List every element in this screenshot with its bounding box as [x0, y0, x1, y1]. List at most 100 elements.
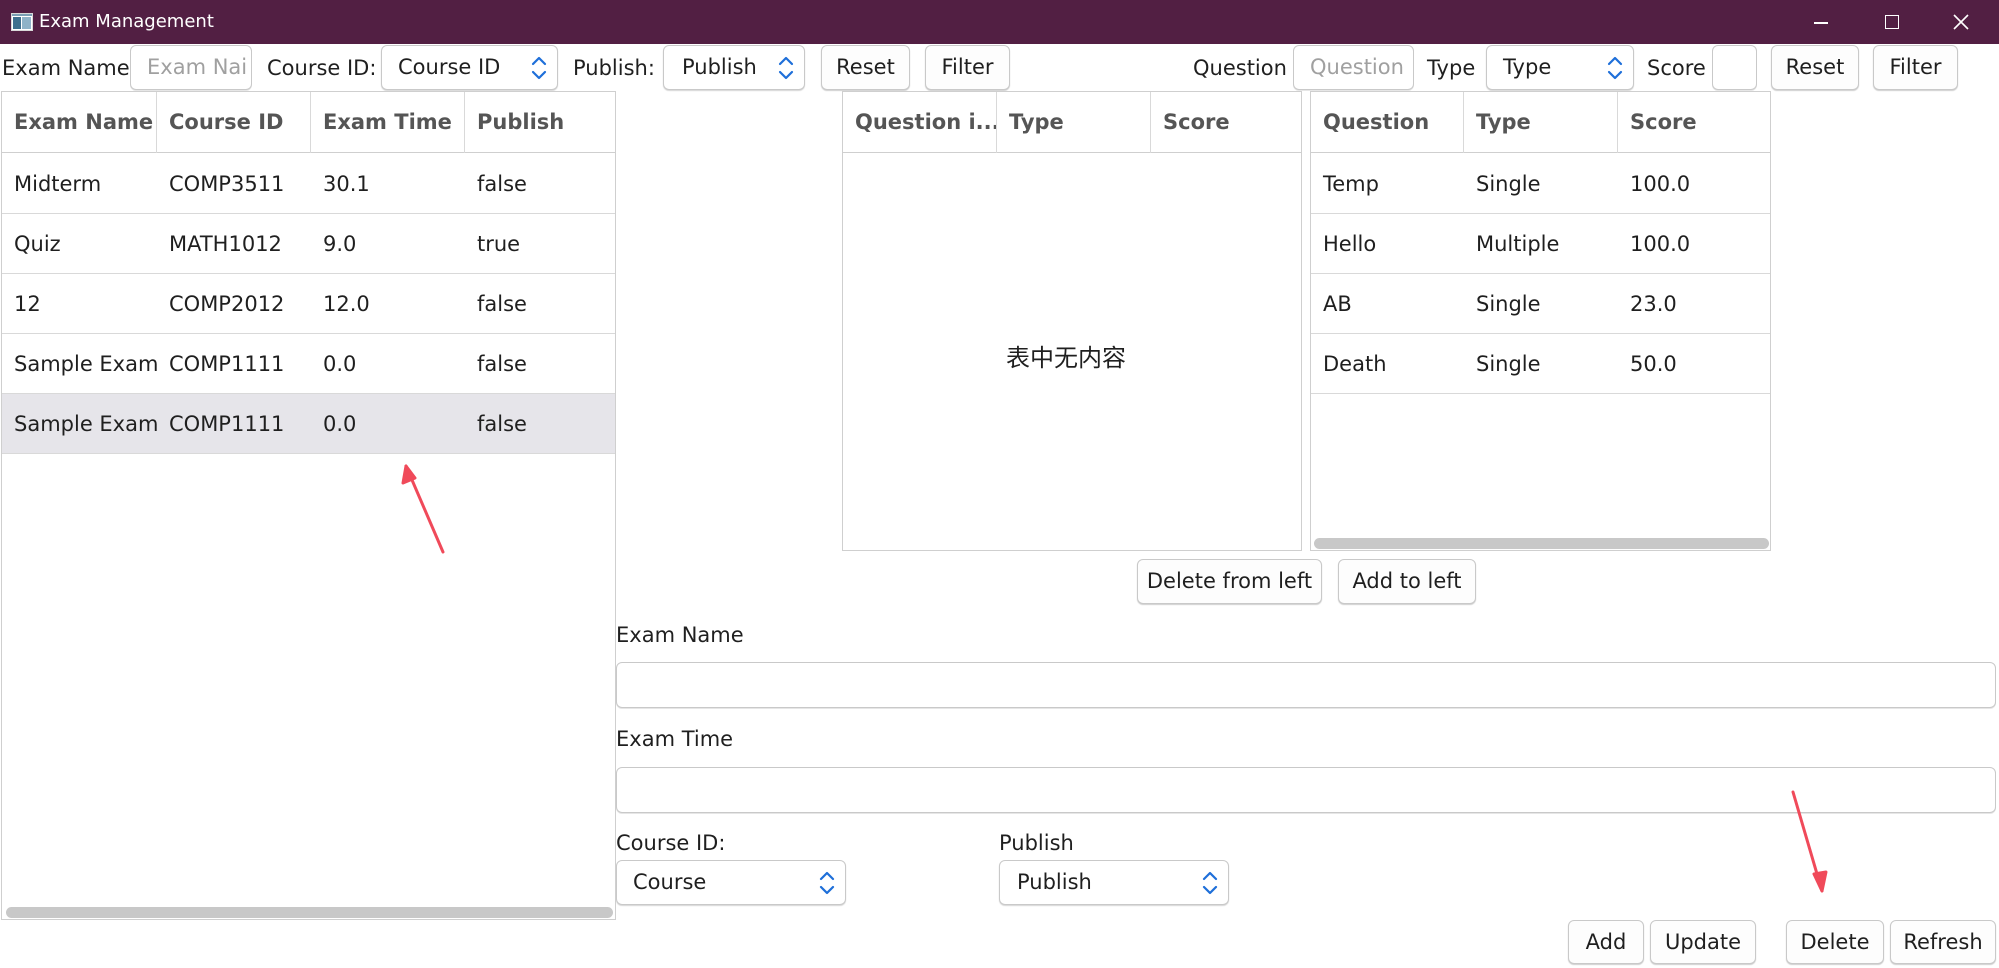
- annotation-arrow: [1791, 790, 1828, 893]
- cell-type: Single: [1476, 352, 1541, 376]
- cell-score: 100.0: [1630, 232, 1691, 256]
- cell-exam-time: 0.0: [323, 352, 357, 376]
- empty-table-message: 表中无内容: [1006, 344, 1126, 372]
- course-id-filter-label: Course ID:: [267, 56, 377, 80]
- cell-course-id: COMP3511: [169, 172, 285, 196]
- question-filter-input[interactable]: Question: [1293, 45, 1414, 90]
- table-row[interactable]: Sample Exam COMP1111 0.0 false: [2, 334, 615, 394]
- table-row[interactable]: Quiz MATH1012 9.0 true: [2, 214, 615, 274]
- exam-name-label: Exam Name: [616, 623, 744, 647]
- column-header-score[interactable]: Score: [1151, 92, 1301, 153]
- column-header-question[interactable]: Question: [1311, 92, 1464, 153]
- question-table[interactable]: Question Type Score Temp Single 100.0 He…: [1310, 91, 1771, 551]
- exam-time-label: Exam Time: [616, 727, 734, 751]
- cell-type: Single: [1476, 172, 1541, 196]
- score-filter-input[interactable]: [1712, 45, 1757, 90]
- maximize-icon[interactable]: [1861, 0, 1921, 44]
- publish-filter-value: Publish: [682, 55, 757, 79]
- publish-filter-combobox[interactable]: Publish: [663, 45, 805, 90]
- cell-publish: false: [477, 172, 527, 196]
- reset-exam-filter-button[interactable]: Reset: [821, 45, 910, 90]
- cell-exam-name: 12: [14, 292, 41, 316]
- cell-score: 50.0: [1630, 352, 1677, 376]
- course-id-combobox[interactable]: Course: [616, 860, 846, 905]
- cell-question: Temp: [1323, 172, 1379, 196]
- exam-name-filter-placeholder: Exam Nai: [147, 55, 247, 79]
- app-icon: [11, 13, 33, 31]
- exam-table-header: Exam Name Course ID Exam Time Publish: [2, 92, 615, 153]
- spinner-arrows-icon: [778, 56, 794, 80]
- title-bar: Exam Management: [0, 0, 1999, 44]
- table-row[interactable]: AB Single 23.0: [1311, 274, 1770, 334]
- cell-course-id: COMP1111: [169, 412, 285, 436]
- publish-combobox[interactable]: Publish: [999, 860, 1229, 905]
- table-row[interactable]: Midterm COMP3511 30.1 false: [2, 154, 615, 214]
- cell-publish: true: [477, 232, 521, 256]
- cell-exam-time: 0.0: [323, 412, 357, 436]
- cell-publish: false: [477, 292, 527, 316]
- publish-filter-label: Publish:: [573, 56, 655, 80]
- cell-exam-time: 12.0: [323, 292, 370, 316]
- column-header-exam-name[interactable]: Exam Name: [2, 92, 157, 153]
- table-row-selected[interactable]: Sample Exam COMP1111 0.0 false: [2, 394, 615, 454]
- column-header-course-id[interactable]: Course ID: [157, 92, 311, 153]
- window-title: Exam Management: [39, 11, 214, 32]
- course-id-filter-value: Course ID: [398, 55, 501, 79]
- course-id-value: Course: [633, 870, 707, 894]
- refresh-button[interactable]: Refresh: [1890, 920, 1996, 964]
- exam-questions-table[interactable]: Question i... Type Score 表中无内容: [842, 91, 1302, 551]
- annotation-arrow: [401, 464, 445, 554]
- publish-label: Publish: [999, 831, 1074, 855]
- question-filter-placeholder: Question: [1310, 55, 1404, 79]
- filter-question-button[interactable]: Filter: [1873, 45, 1958, 90]
- cell-exam-name: Sample Exam: [14, 352, 157, 376]
- minimize-icon[interactable]: [1790, 0, 1850, 44]
- cell-exam-time: 30.1: [323, 172, 370, 196]
- delete-from-left-button[interactable]: Delete from left: [1137, 559, 1322, 604]
- cell-score: 23.0: [1630, 292, 1677, 316]
- exam-table[interactable]: Exam Name Course ID Exam Time Publish Mi…: [1, 91, 616, 920]
- reset-question-filter-button[interactable]: Reset: [1771, 45, 1859, 90]
- cell-question: AB: [1323, 292, 1352, 316]
- cell-type: Multiple: [1476, 232, 1560, 256]
- question-filter-label: Question: [1193, 56, 1287, 80]
- column-header-score[interactable]: Score: [1618, 92, 1770, 153]
- table-row[interactable]: Temp Single 100.0: [1311, 154, 1770, 214]
- filter-exam-button[interactable]: Filter: [925, 45, 1010, 90]
- table-row[interactable]: 12 COMP2012 12.0 false: [2, 274, 615, 334]
- update-button[interactable]: Update: [1650, 920, 1756, 964]
- type-filter-label: Type: [1427, 56, 1476, 80]
- column-header-type[interactable]: Type: [997, 92, 1151, 153]
- add-to-left-button[interactable]: Add to left: [1338, 559, 1476, 604]
- exam-name-input[interactable]: [616, 662, 1996, 708]
- table-row[interactable]: Hello Multiple 100.0: [1311, 214, 1770, 274]
- table-row[interactable]: Death Single 50.0: [1311, 334, 1770, 394]
- exam-name-filter-label: Exam Name: [2, 56, 130, 80]
- cell-type: Single: [1476, 292, 1541, 316]
- exam-name-filter-input[interactable]: Exam Nai: [130, 45, 252, 90]
- column-header-type[interactable]: Type: [1464, 92, 1618, 153]
- cell-publish: false: [477, 412, 527, 436]
- cell-score: 100.0: [1630, 172, 1691, 196]
- exam-table-horizontal-scrollbar[interactable]: [6, 907, 613, 918]
- cell-exam-name: Quiz: [14, 232, 61, 256]
- cell-course-id: MATH1012: [169, 232, 282, 256]
- column-header-question-id[interactable]: Question i...: [843, 92, 997, 153]
- course-id-filter-combobox[interactable]: Course ID: [381, 45, 558, 90]
- cell-publish: false: [477, 352, 527, 376]
- cell-question: Death: [1323, 352, 1387, 376]
- spinner-arrows-icon: [819, 871, 835, 895]
- question-table-horizontal-scrollbar[interactable]: [1314, 538, 1769, 549]
- cell-course-id: COMP2012: [169, 292, 285, 316]
- type-filter-value: Type: [1503, 55, 1552, 79]
- cell-course-id: COMP1111: [169, 352, 285, 376]
- add-button[interactable]: Add: [1568, 920, 1644, 964]
- spinner-arrows-icon: [531, 56, 547, 80]
- delete-button[interactable]: Delete: [1786, 920, 1884, 964]
- column-header-publish[interactable]: Publish: [465, 92, 615, 153]
- close-icon[interactable]: [1930, 0, 1990, 44]
- column-header-exam-time[interactable]: Exam Time: [311, 92, 465, 153]
- cell-exam-time: 9.0: [323, 232, 357, 256]
- exam-questions-table-header: Question i... Type Score: [843, 92, 1301, 153]
- type-filter-combobox[interactable]: Type: [1486, 45, 1634, 90]
